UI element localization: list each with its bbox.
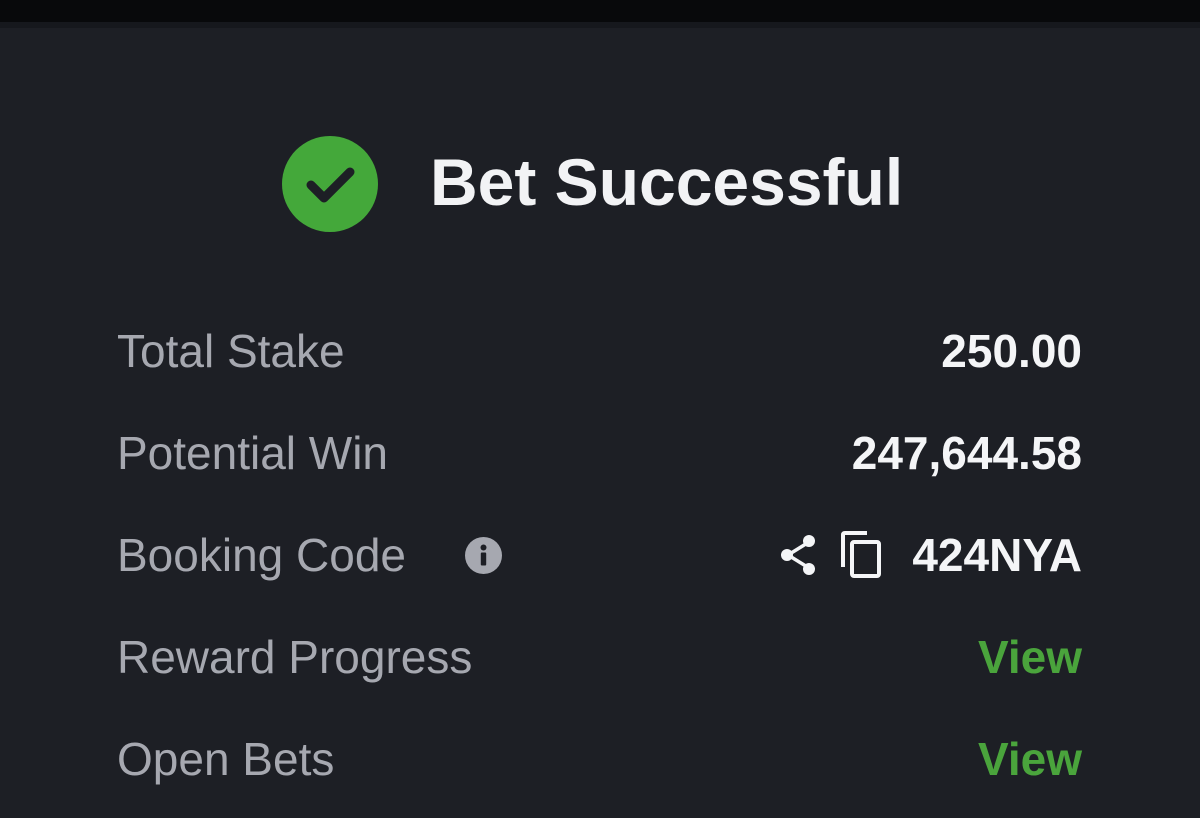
total-stake-value: 250.00 (941, 325, 1082, 377)
open-bets-row: Open Bets View (117, 724, 1082, 794)
share-icon[interactable] (778, 533, 820, 577)
booking-code-row: Booking Code 424NYA (117, 520, 1082, 590)
copy-icon[interactable] (839, 531, 883, 579)
booking-code-value: 424NYA (912, 529, 1082, 581)
success-header: Bet Successful (0, 130, 1200, 232)
reward-progress-view-link[interactable]: View (978, 622, 1082, 692)
potential-win-row: Potential Win 247,644.58 (117, 418, 1082, 488)
total-stake-label: Total Stake (117, 325, 345, 377)
booking-code-label: Booking Code (117, 529, 406, 581)
potential-win-label: Potential Win (117, 427, 389, 479)
open-bets-label: Open Bets (117, 733, 335, 785)
info-icon[interactable] (465, 537, 502, 574)
page-title: Bet Successful (430, 145, 904, 219)
top-status-strip (0, 0, 1200, 22)
top-strip-divider (0, 22, 1200, 28)
potential-win-value: 247,644.58 (851, 427, 1082, 479)
check-circle-icon (282, 136, 378, 232)
open-bets-view-link[interactable]: View (978, 724, 1082, 794)
reward-progress-label: Reward Progress (117, 631, 473, 683)
bet-confirmation-screen: Bet Successful Total Stake 250.00 Potent… (0, 0, 1200, 818)
reward-progress-row: Reward Progress View (117, 622, 1082, 692)
total-stake-row: Total Stake 250.00 (117, 316, 1082, 386)
